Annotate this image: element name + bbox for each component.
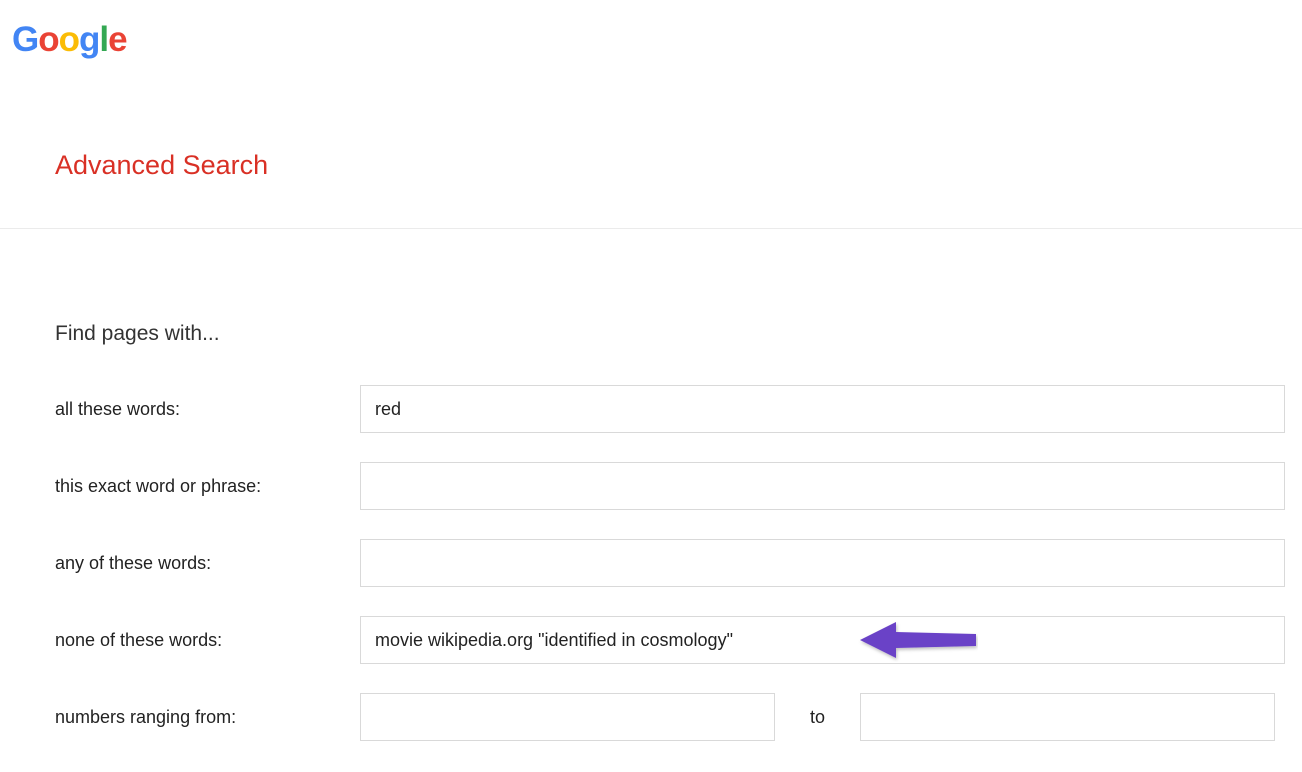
logo-letter-o2: o: [59, 20, 79, 59]
row-any-words: any of these words:: [55, 539, 1285, 587]
google-logo[interactable]: Google: [12, 20, 127, 60]
label-all-words: all these words:: [55, 399, 360, 420]
input-any-words[interactable]: [360, 539, 1285, 587]
label-none-words: none of these words:: [55, 630, 360, 651]
header-divider: [0, 228, 1302, 229]
row-exact-phrase: this exact word or phrase:: [55, 462, 1285, 510]
label-any-words: any of these words:: [55, 553, 360, 574]
input-range-to[interactable]: [860, 693, 1275, 741]
label-range-to: to: [810, 707, 825, 728]
input-none-words[interactable]: [360, 616, 1285, 664]
input-exact-phrase[interactable]: [360, 462, 1285, 510]
logo-letter-g2: g: [79, 20, 99, 59]
logo-letter-g1: G: [12, 20, 38, 59]
range-container: to: [360, 693, 1285, 741]
logo-letter-l: l: [99, 20, 108, 59]
label-numbers-range: numbers ranging from:: [55, 707, 360, 728]
page-title: Advanced Search: [55, 150, 268, 181]
row-all-words: all these words:: [55, 385, 1285, 433]
row-none-words: none of these words:: [55, 616, 1285, 664]
section-title: Find pages with...: [55, 322, 220, 346]
row-numbers-range: numbers ranging from: to: [55, 693, 1285, 741]
logo-letter-o1: o: [38, 20, 58, 59]
label-exact-phrase: this exact word or phrase:: [55, 476, 360, 497]
logo-letter-e: e: [108, 20, 126, 59]
input-range-from[interactable]: [360, 693, 775, 741]
input-all-words[interactable]: [360, 385, 1285, 433]
